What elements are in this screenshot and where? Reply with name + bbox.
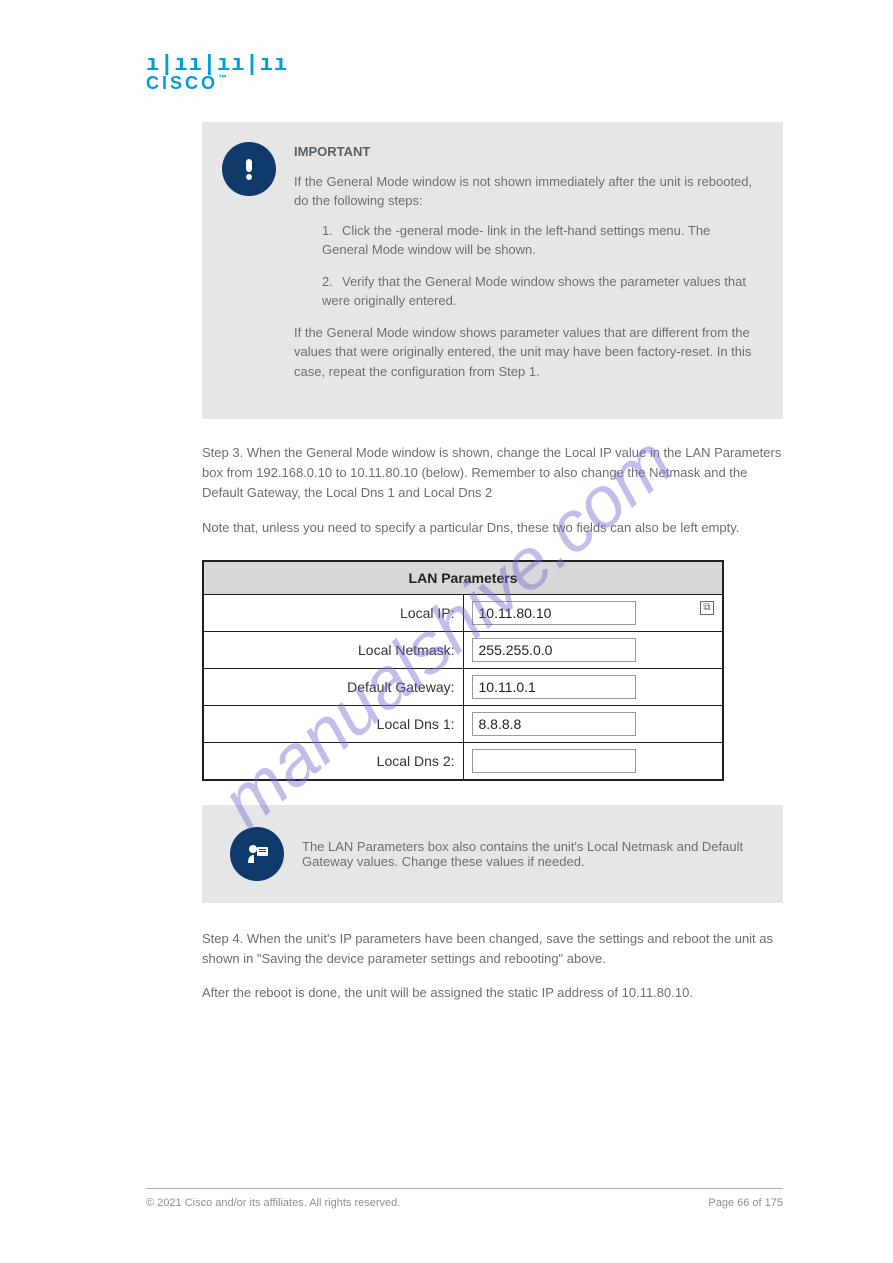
cisco-logo: ı|ıı|ıı|ıı CISCO™: [146, 58, 783, 94]
table-row: Local IP: ⧉: [203, 594, 723, 631]
important-paragraph-2: If the General Mode window shows paramet…: [294, 323, 753, 382]
note-icon: [230, 827, 284, 881]
default-gateway-label: Default Gateway:: [203, 668, 463, 705]
note-callout: The LAN Parameters box also contains the…: [202, 805, 783, 903]
local-netmask-label: Local Netmask:: [203, 631, 463, 668]
local-ip-label: Local IP:: [203, 594, 463, 631]
note-text: The LAN Parameters box also contains the…: [302, 839, 755, 869]
important-paragraph: If the General Mode window is not shown …: [294, 172, 753, 211]
list-item: 1.Click the -general mode- link in the l…: [322, 221, 753, 260]
page-footer: © 2021 Cisco and/or its affiliates. All …: [146, 1188, 783, 1209]
step-4-text: Step 4. When the unit's IP parameters ha…: [202, 929, 783, 1003]
important-title: IMPORTANT: [294, 142, 753, 162]
local-dns1-input[interactable]: [472, 712, 636, 736]
lan-parameters-table: LAN Parameters Local IP: ⧉ Local Netmask…: [202, 560, 724, 781]
local-netmask-input[interactable]: [472, 638, 636, 662]
important-icon: [222, 142, 276, 196]
table-row: Local Dns 2:: [203, 742, 723, 780]
cisco-logo-bars: ı|ıı|ıı|ıı: [146, 58, 783, 71]
table-row: Default Gateway:: [203, 668, 723, 705]
footer-copyright: © 2021 Cisco and/or its affiliates. All …: [146, 1197, 400, 1209]
local-dns1-label: Local Dns 1:: [203, 705, 463, 742]
footer-page-number: Page 66 of 175: [708, 1197, 783, 1209]
list-item: 2.Verify that the General Mode window sh…: [322, 272, 753, 311]
local-dns2-label: Local Dns 2:: [203, 742, 463, 780]
lan-parameters-header: LAN Parameters: [203, 561, 723, 595]
local-dns2-input[interactable]: [472, 749, 636, 773]
step-3-text: Step 3. When the General Mode window is …: [202, 443, 783, 538]
table-row: Local Dns 1:: [203, 705, 723, 742]
dropdown-hint-icon: ⧉: [700, 601, 714, 615]
table-row: Local Netmask:: [203, 631, 723, 668]
important-callout: IMPORTANT If the General Mode window is …: [202, 122, 783, 419]
default-gateway-input[interactable]: [472, 675, 636, 699]
local-ip-input[interactable]: [472, 601, 636, 625]
